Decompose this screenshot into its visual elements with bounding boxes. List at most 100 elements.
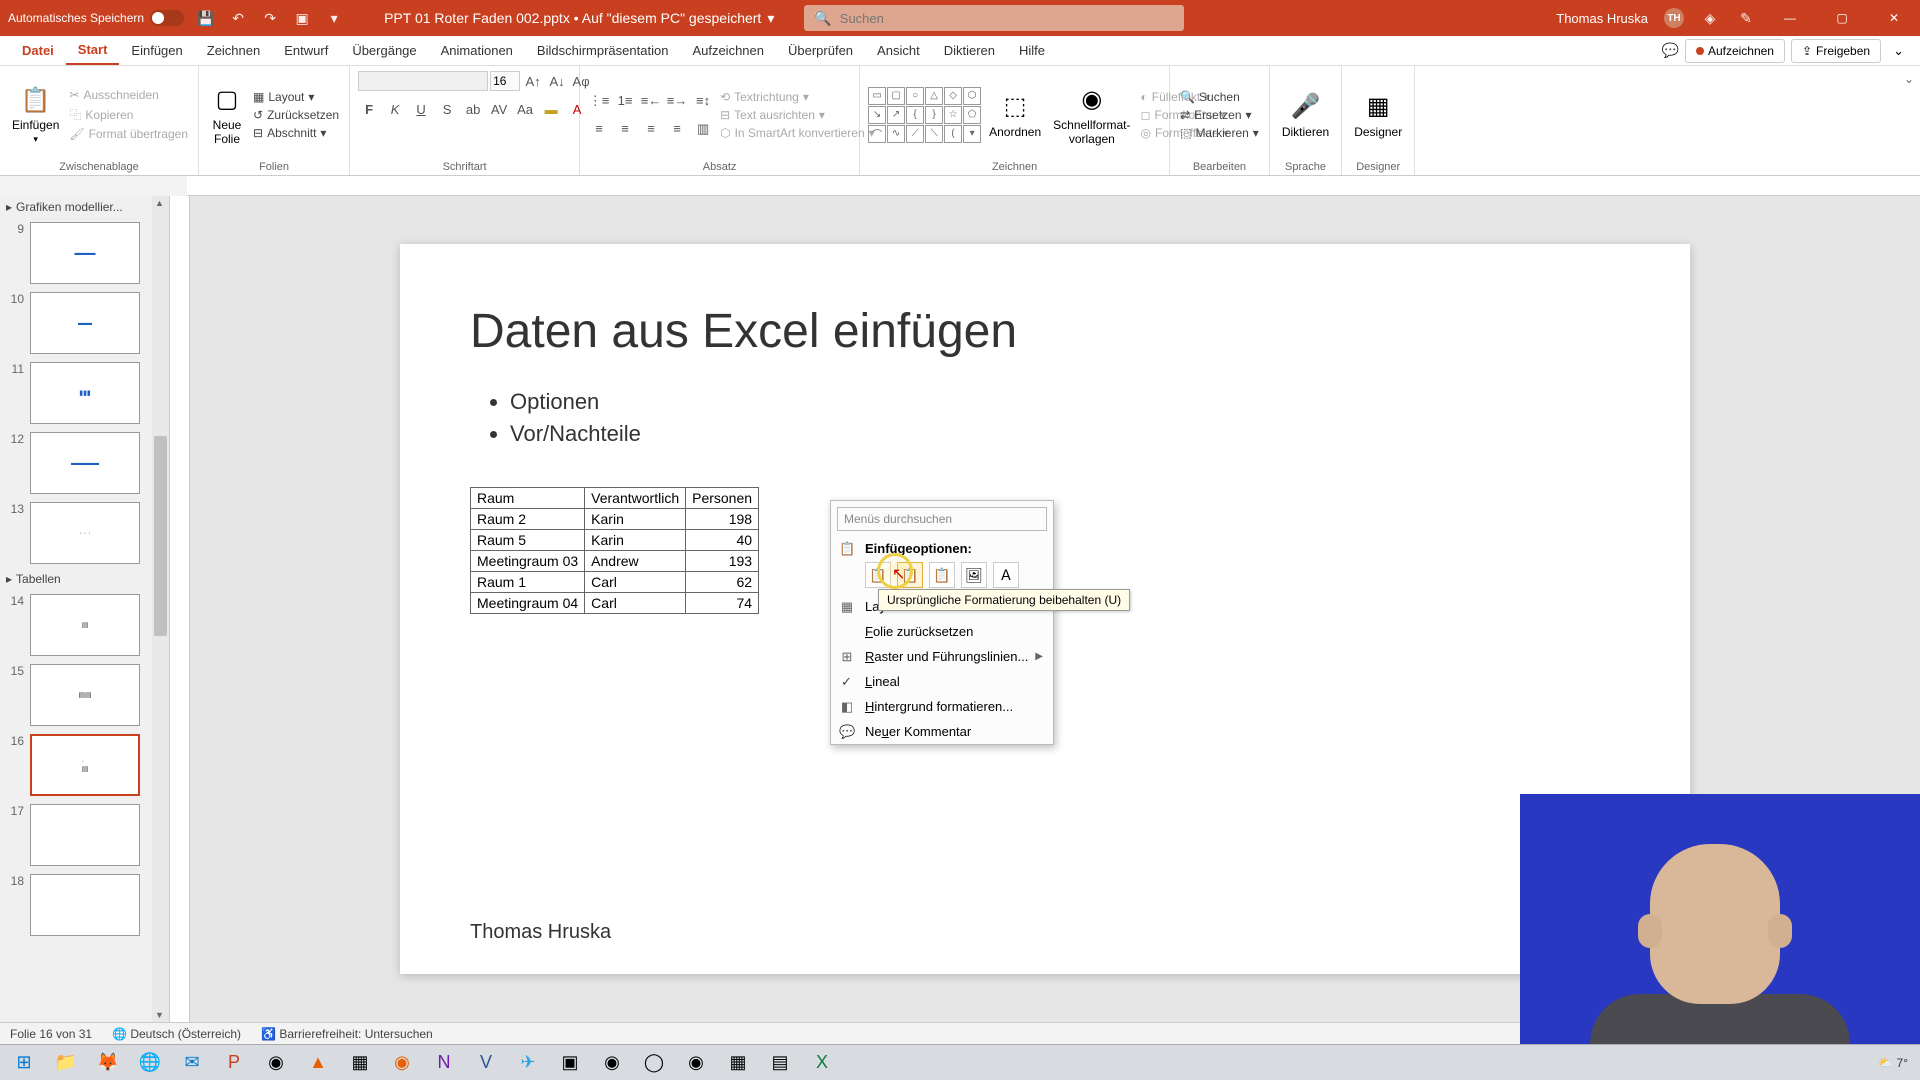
thumbnail-12[interactable]: 12▬▬▬▬ — [0, 428, 169, 498]
app-icon[interactable]: ▣ — [550, 1047, 590, 1079]
author-text[interactable]: Thomas Hruska — [470, 921, 611, 944]
suchen-button[interactable]: 🔍Suchen — [1178, 89, 1261, 105]
anordnen-button[interactable]: ⬚ Anordnen — [985, 87, 1045, 143]
user-name[interactable]: Thomas Hruska — [1556, 11, 1648, 26]
menu-search-input[interactable]: Menüs durchsuchen — [837, 507, 1047, 531]
accessibility-status[interactable]: ♿ Barrierefreiheit: Untersuchen — [261, 1027, 433, 1041]
columns-button[interactable]: ▥ — [692, 118, 714, 140]
decrease-font-icon[interactable]: A↓ — [546, 70, 568, 92]
vlc-icon[interactable]: ▲ — [298, 1047, 338, 1079]
ersetzen-button[interactable]: ⇄Ersetzen ▾ — [1178, 107, 1261, 123]
slide-title[interactable]: Daten aus Excel einfügen — [470, 304, 1620, 359]
align-left-button[interactable]: ≡ — [588, 118, 610, 140]
ausschneiden-button[interactable]: ✂Ausschneiden — [67, 87, 190, 103]
markieren-button[interactable]: ⬚Markieren ▾ — [1178, 125, 1261, 141]
tab-uebergaenge[interactable]: Übergänge — [340, 36, 428, 65]
thumbnail-10[interactable]: 10▬▬ — [0, 288, 169, 358]
app-icon[interactable]: ▦ — [340, 1047, 380, 1079]
thumbnail-18[interactable]: 18 — [0, 870, 169, 940]
search-box[interactable]: 🔍 — [804, 5, 1184, 31]
bullet-list[interactable]: Optionen Vor/Nachteile — [470, 389, 1620, 447]
tab-datei[interactable]: Datei — [10, 36, 66, 65]
ruler-vertical[interactable] — [170, 196, 190, 1022]
chrome-icon[interactable]: 🌐 — [130, 1047, 170, 1079]
strikethrough-button[interactable]: S — [436, 98, 458, 120]
start-button[interactable]: ⊞ — [4, 1047, 44, 1079]
tab-ansicht[interactable]: Ansicht — [865, 36, 932, 65]
hintergrund-menuitem[interactable]: ◧Hintergrund formatieren... — [831, 694, 1053, 719]
format-uebertragen-button[interactable]: 🖌Format übertragen — [67, 126, 190, 142]
text-ausrichten-button[interactable]: ⊟Text ausrichten ▾ — [718, 107, 877, 123]
diamond-icon[interactable]: ◈ — [1700, 8, 1720, 28]
thumbnail-9[interactable]: 9▬▬▬ — [0, 218, 169, 288]
telegram-icon[interactable]: ✈ — [508, 1047, 548, 1079]
thumbnail-14[interactable]: 14▤ — [0, 590, 169, 660]
bold-button[interactable]: F — [358, 98, 380, 120]
weather-icon[interactable]: ⛅ 7° — [1878, 1056, 1908, 1070]
tab-einfuegen[interactable]: Einfügen — [119, 36, 194, 65]
raster-menuitem[interactable]: ⊞Raster und Führungslinien...▶ — [831, 644, 1053, 669]
indent-decrease-button[interactable]: ≡← — [640, 90, 662, 112]
app-icon[interactable]: ▤ — [760, 1047, 800, 1079]
avatar[interactable]: TH — [1664, 8, 1684, 28]
excel-table[interactable]: Raum Verantwortlich Personen Raum 2Karin… — [470, 487, 759, 614]
align-center-button[interactable]: ≡ — [614, 118, 636, 140]
highlight-button[interactable]: ▬ — [540, 98, 562, 120]
tab-hilfe[interactable]: Hilfe — [1007, 36, 1057, 65]
align-right-button[interactable]: ≡ — [640, 118, 662, 140]
numbering-button[interactable]: 1≡ — [614, 90, 636, 112]
tab-start[interactable]: Start — [66, 36, 120, 65]
ruler-horizontal[interactable] — [187, 176, 1920, 196]
schnellformat-button[interactable]: ◉ Schnellformat- vorlagen — [1049, 80, 1134, 150]
slide-counter[interactable]: Folie 16 von 31 — [10, 1027, 92, 1041]
comments-icon[interactable]: 💬 — [1662, 42, 1679, 59]
tab-zeichnen[interactable]: Zeichnen — [195, 36, 272, 65]
tab-ueberpruefen[interactable]: Überprüfen — [776, 36, 865, 65]
font-family-input[interactable] — [358, 71, 488, 91]
einfuegen-button[interactable]: 📋 Einfügen▾ — [8, 80, 63, 149]
freigeben-button[interactable]: ⇪Freigeben — [1791, 39, 1881, 63]
minimize-button[interactable]: ― — [1772, 0, 1808, 36]
app-icon[interactable]: ◉ — [676, 1047, 716, 1079]
lineal-menuitem[interactable]: Lineal — [831, 669, 1053, 694]
spacing-button[interactable]: AV — [488, 98, 510, 120]
taskbar[interactable]: ⊞ 📁 🦊 🌐 ✉ P ◉ ▲ ▦ ◉ N V ✈ ▣ ◉ ◯ ◉ ▦ ▤ X … — [0, 1044, 1920, 1080]
collapse-ribbon-icon[interactable]: ⌄ — [1904, 72, 1914, 86]
close-button[interactable]: ✕ — [1876, 0, 1912, 36]
zuruecksetzen-button[interactable]: ↺Zurücksetzen — [251, 107, 341, 123]
layout-button[interactable]: ▦Layout ▾ — [251, 89, 341, 105]
obs-icon[interactable]: ◉ — [592, 1047, 632, 1079]
underline-button[interactable]: U — [410, 98, 432, 120]
smartart-button[interactable]: ⬡In SmartArt konvertieren ▾ — [718, 125, 877, 141]
chevron-down-icon[interactable]: ▾ — [767, 10, 774, 27]
thumbnail-11[interactable]: 11▮▮▮ — [0, 358, 169, 428]
file-explorer-icon[interactable]: 📁 — [46, 1047, 86, 1079]
paste-picture-button[interactable]: 🖼 — [961, 562, 987, 588]
chevron-down-icon[interactable]: ▾ — [324, 8, 344, 28]
thumbnail-13[interactable]: 13· · · — [0, 498, 169, 568]
autosave-toggle[interactable]: Automatisches Speichern — [8, 10, 184, 26]
justify-button[interactable]: ≡ — [666, 118, 688, 140]
tab-entwurf[interactable]: Entwurf — [272, 36, 340, 65]
onenote-icon[interactable]: N — [424, 1047, 464, 1079]
paste-embed-button[interactable]: 📋 — [929, 562, 955, 588]
thumbnail-15[interactable]: 15▤▤ — [0, 660, 169, 730]
maximize-button[interactable]: ▢ — [1824, 0, 1860, 36]
paste-text-only-button[interactable]: Ａ — [993, 562, 1019, 588]
document-title[interactable]: PPT 01 Roter Faden 002.pptx • Auf "diese… — [384, 10, 774, 27]
powerpoint-icon[interactable]: P — [214, 1047, 254, 1079]
textrichtung-button[interactable]: ⟲Textrichtung ▾ — [718, 89, 877, 105]
app-icon[interactable]: ◯ — [634, 1047, 674, 1079]
tab-animationen[interactable]: Animationen — [429, 36, 525, 65]
folie-zuruecksetzen-menuitem[interactable]: Folie zurücksetzen — [831, 619, 1053, 644]
shadow-button[interactable]: ab — [462, 98, 484, 120]
slideshow-icon[interactable]: ▣ — [292, 8, 312, 28]
font-size-input[interactable] — [490, 71, 520, 91]
redo-icon[interactable]: ↷ — [260, 8, 280, 28]
case-button[interactable]: Aa — [514, 98, 536, 120]
app-icon[interactable]: ◉ — [256, 1047, 296, 1079]
thumbnails-scrollbar[interactable]: ▲ ▼ — [152, 196, 169, 1022]
tab-diktieren[interactable]: Diktieren — [932, 36, 1007, 65]
section-header[interactable]: ▸ Grafiken modellier... — [0, 196, 169, 218]
outlook-icon[interactable]: ✉ — [172, 1047, 212, 1079]
